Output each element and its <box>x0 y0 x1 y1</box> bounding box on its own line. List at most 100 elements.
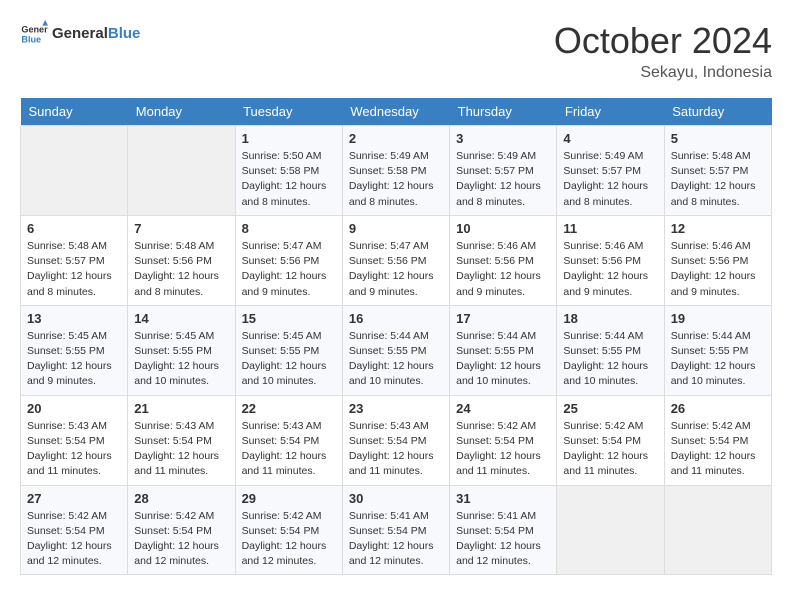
day-number: 5 <box>671 131 765 146</box>
calendar-cell: 29Sunrise: 5:42 AM Sunset: 5:54 PM Dayli… <box>235 485 342 575</box>
day-number: 3 <box>456 131 550 146</box>
day-info: Sunrise: 5:45 AM Sunset: 5:55 PM Dayligh… <box>27 329 121 390</box>
day-number: 13 <box>27 311 121 326</box>
logo-general: General <box>52 25 108 42</box>
day-number: 10 <box>456 221 550 236</box>
calendar-cell: 4Sunrise: 5:49 AM Sunset: 5:57 PM Daylig… <box>557 126 664 216</box>
calendar-cell: 16Sunrise: 5:44 AM Sunset: 5:55 PM Dayli… <box>342 305 449 395</box>
day-info: Sunrise: 5:42 AM Sunset: 5:54 PM Dayligh… <box>563 419 657 480</box>
calendar-cell: 21Sunrise: 5:43 AM Sunset: 5:54 PM Dayli… <box>128 395 235 485</box>
day-number: 30 <box>349 491 443 506</box>
header-monday: Monday <box>128 98 235 126</box>
calendar-cell <box>557 485 664 575</box>
day-number: 18 <box>563 311 657 326</box>
day-number: 27 <box>27 491 121 506</box>
day-info: Sunrise: 5:42 AM Sunset: 5:54 PM Dayligh… <box>134 509 228 570</box>
calendar-cell: 7Sunrise: 5:48 AM Sunset: 5:56 PM Daylig… <box>128 215 235 305</box>
day-info: Sunrise: 5:43 AM Sunset: 5:54 PM Dayligh… <box>134 419 228 480</box>
day-info: Sunrise: 5:44 AM Sunset: 5:55 PM Dayligh… <box>456 329 550 390</box>
day-number: 28 <box>134 491 228 506</box>
calendar-cell: 31 Sunrise: 5:41 AM Sunset: 5:54 PM Dayli… <box>450 485 557 575</box>
calendar-cell: 27 Sunrise: 5:42 AM Sunset: 5:54 PM Dayli… <box>21 485 128 575</box>
day-number: 22 <box>242 401 336 416</box>
day-info: Sunrise: 5:48 AM Sunset: 5:57 PM Dayligh… <box>27 239 121 300</box>
day-info: Sunrise: 5:41 AM Sunset: 5:54 PM Dayligh… <box>349 509 443 570</box>
day-info: Sunrise: 5:43 AM Sunset: 5:54 PM Dayligh… <box>349 419 443 480</box>
calendar-header-row: SundayMondayTuesdayWednesdayThursdayFrid… <box>21 98 772 126</box>
calendar-week-row: 20 Sunrise: 5:43 AM Sunset: 5:54 PM Dayli… <box>21 395 772 485</box>
day-number: 12 <box>671 221 765 236</box>
day-info: Sunrise: 5:43 AM Sunset: 5:54 PM Dayligh… <box>242 419 336 480</box>
logo: General Blue GeneralBlue <box>20 20 140 48</box>
location: Sekayu, Indonesia <box>554 64 772 82</box>
day-info: Sunrise: 5:50 AM Sunset: 5:58 PM Dayligh… <box>242 149 336 210</box>
day-number: 14 <box>134 311 228 326</box>
calendar-week-row: 13 Sunrise: 5:45 AM Sunset: 5:55 PM Dayli… <box>21 305 772 395</box>
calendar-week-row: 6Sunrise: 5:48 AM Sunset: 5:57 PM Daylig… <box>21 215 772 305</box>
day-info: Sunrise: 5:42 AM Sunset: 5:54 PM Dayligh… <box>456 419 550 480</box>
calendar-table: SundayMondayTuesdayWednesdayThursdayFrid… <box>20 98 772 575</box>
page-header: General Blue GeneralBlue October 2024 Se… <box>20 20 772 82</box>
calendar-cell: 18 Sunrise: 5:44 AM Sunset: 5:55 PM Dayli… <box>557 305 664 395</box>
calendar-cell: 28 Sunrise: 5:42 AM Sunset: 5:54 PM Dayli… <box>128 485 235 575</box>
day-number: 23 <box>349 401 443 416</box>
header-sunday: Sunday <box>21 98 128 126</box>
calendar-cell: 30 Sunrise: 5:41 AM Sunset: 5:54 PM Dayli… <box>342 485 449 575</box>
calendar-cell: 19 Sunrise: 5:44 AM Sunset: 5:55 PM Dayli… <box>664 305 771 395</box>
day-number: 9 <box>349 221 443 236</box>
calendar-cell: 15Sunrise: 5:45 AM Sunset: 5:55 PM Dayli… <box>235 305 342 395</box>
header-thursday: Thursday <box>450 98 557 126</box>
calendar-cell: 11 Sunrise: 5:46 AM Sunset: 5:56 PM Dayli… <box>557 215 664 305</box>
calendar-cell: 2 Sunrise: 5:49 AM Sunset: 5:58 PM Daylig… <box>342 126 449 216</box>
calendar-cell: 22 Sunrise: 5:43 AM Sunset: 5:54 PM Dayli… <box>235 395 342 485</box>
logo-icon: General Blue <box>20 20 48 48</box>
day-number: 1 <box>242 131 336 146</box>
day-number: 8 <box>242 221 336 236</box>
header-friday: Friday <box>557 98 664 126</box>
svg-text:General: General <box>21 25 48 35</box>
day-number: 31 <box>456 491 550 506</box>
day-info: Sunrise: 5:42 AM Sunset: 5:54 PM Dayligh… <box>671 419 765 480</box>
day-number: 11 <box>563 221 657 236</box>
day-info: Sunrise: 5:49 AM Sunset: 5:57 PM Dayligh… <box>456 149 550 210</box>
day-number: 24 <box>456 401 550 416</box>
calendar-week-row: 27 Sunrise: 5:42 AM Sunset: 5:54 PM Dayli… <box>21 485 772 575</box>
day-info: Sunrise: 5:41 AM Sunset: 5:54 PM Dayligh… <box>456 509 550 570</box>
day-info: Sunrise: 5:49 AM Sunset: 5:58 PM Dayligh… <box>349 149 443 210</box>
calendar-cell: 3 Sunrise: 5:49 AM Sunset: 5:57 PM Daylig… <box>450 126 557 216</box>
calendar-cell: 6Sunrise: 5:48 AM Sunset: 5:57 PM Daylig… <box>21 215 128 305</box>
day-info: Sunrise: 5:45 AM Sunset: 5:55 PM Dayligh… <box>242 329 336 390</box>
day-info: Sunrise: 5:46 AM Sunset: 5:56 PM Dayligh… <box>563 239 657 300</box>
day-info: Sunrise: 5:47 AM Sunset: 5:56 PM Dayligh… <box>349 239 443 300</box>
calendar-cell: 10 Sunrise: 5:46 AM Sunset: 5:56 PM Dayli… <box>450 215 557 305</box>
title-block: October 2024 Sekayu, Indonesia <box>554 20 772 82</box>
day-info: Sunrise: 5:46 AM Sunset: 5:56 PM Dayligh… <box>456 239 550 300</box>
day-info: Sunrise: 5:44 AM Sunset: 5:55 PM Dayligh… <box>563 329 657 390</box>
day-number: 19 <box>671 311 765 326</box>
calendar-cell: 9 Sunrise: 5:47 AM Sunset: 5:56 PM Daylig… <box>342 215 449 305</box>
svg-text:Blue: Blue <box>21 34 41 44</box>
header-tuesday: Tuesday <box>235 98 342 126</box>
calendar-cell <box>128 126 235 216</box>
logo-blue: Blue <box>108 25 141 42</box>
day-number: 4 <box>563 131 657 146</box>
calendar-cell: 20 Sunrise: 5:43 AM Sunset: 5:54 PM Dayli… <box>21 395 128 485</box>
day-number: 16 <box>349 311 443 326</box>
calendar-cell: 24 Sunrise: 5:42 AM Sunset: 5:54 PM Dayli… <box>450 395 557 485</box>
calendar-cell <box>664 485 771 575</box>
calendar-cell: 1 Sunrise: 5:50 AM Sunset: 5:58 PM Daylig… <box>235 126 342 216</box>
calendar-cell: 8Sunrise: 5:47 AM Sunset: 5:56 PM Daylig… <box>235 215 342 305</box>
header-saturday: Saturday <box>664 98 771 126</box>
day-info: Sunrise: 5:42 AM Sunset: 5:54 PM Dayligh… <box>27 509 121 570</box>
day-number: 2 <box>349 131 443 146</box>
day-number: 25 <box>563 401 657 416</box>
day-info: Sunrise: 5:43 AM Sunset: 5:54 PM Dayligh… <box>27 419 121 480</box>
day-info: Sunrise: 5:44 AM Sunset: 5:55 PM Dayligh… <box>671 329 765 390</box>
calendar-cell: 5 Sunrise: 5:48 AM Sunset: 5:57 PM Daylig… <box>664 126 771 216</box>
day-number: 20 <box>27 401 121 416</box>
month-title: October 2024 <box>554 20 772 62</box>
day-info: Sunrise: 5:48 AM Sunset: 5:57 PM Dayligh… <box>671 149 765 210</box>
calendar-cell: 25 Sunrise: 5:42 AM Sunset: 5:54 PM Dayli… <box>557 395 664 485</box>
calendar-cell: 26Sunrise: 5:42 AM Sunset: 5:54 PM Dayli… <box>664 395 771 485</box>
day-number: 17 <box>456 311 550 326</box>
